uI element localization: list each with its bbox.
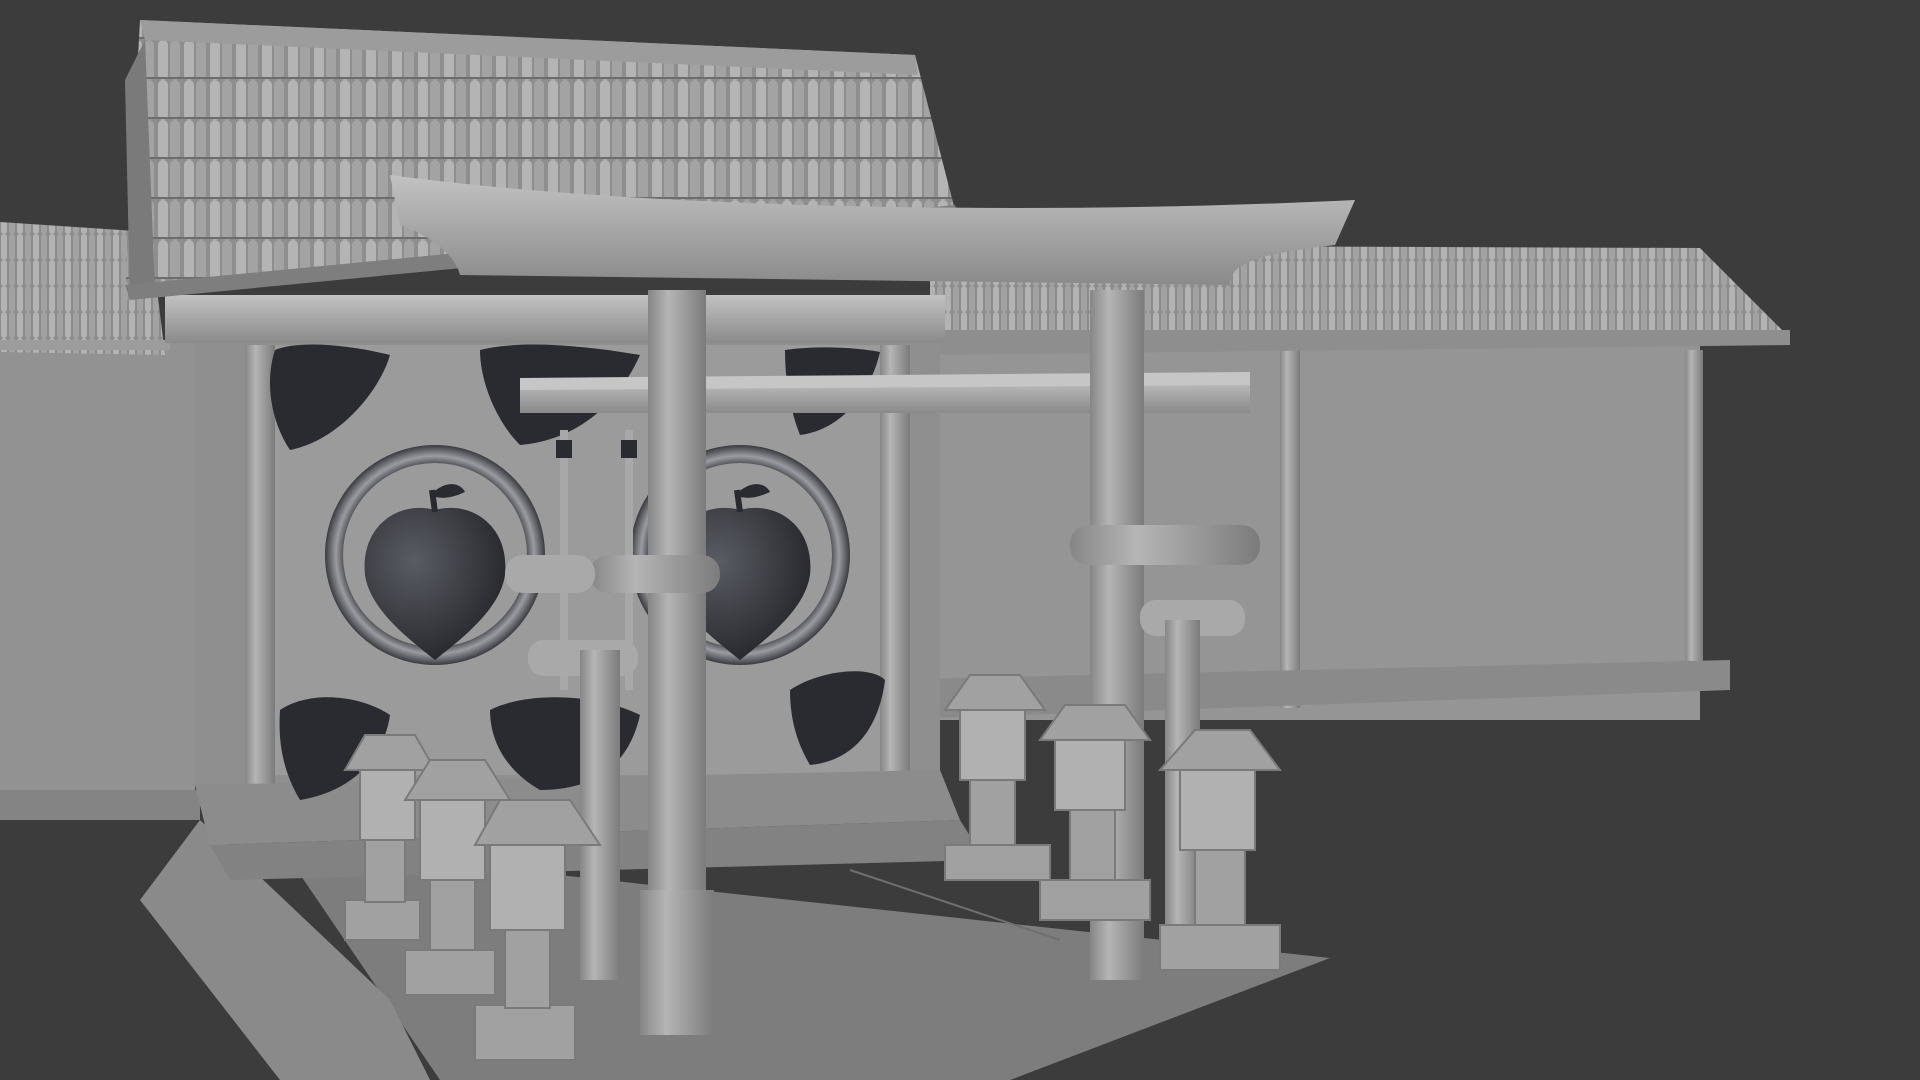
peach-crest-emblem-left [325, 445, 545, 665]
perimeter-wall-right [880, 245, 1790, 720]
scene-render [0, 20, 1790, 1080]
3d-viewport[interactable] [0, 0, 1920, 1080]
lantern [943, 674, 1051, 881]
